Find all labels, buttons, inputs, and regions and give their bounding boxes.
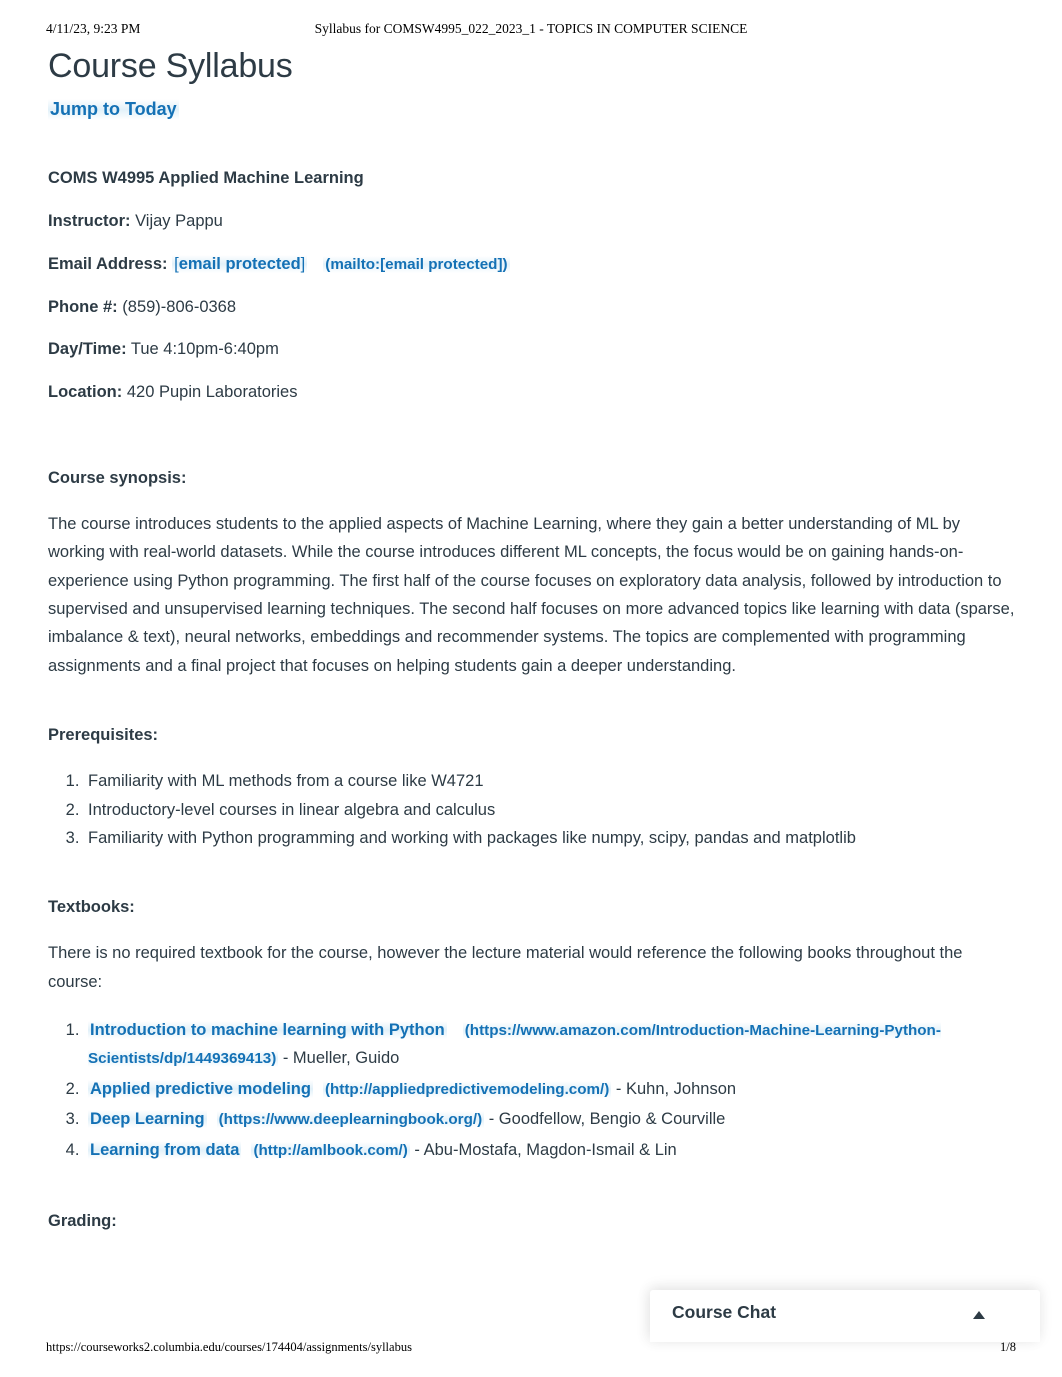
daytime-line: Day/Time: Tue 4:10pm-6:40pm [48, 337, 1016, 362]
textbook-url-note: (http://amlbook.com/) [251, 1141, 410, 1159]
phone-label: Phone #: [48, 297, 118, 316]
textbook-link[interactable]: Introduction to machine learning with Py… [88, 1021, 447, 1040]
phone-line: Phone #: (859)-806-0368 [48, 295, 1016, 320]
location-value: 420 Pupin Laboratories [126, 383, 298, 402]
textbook-url-note: (http://appliedpredictivemodeling.com/) [322, 1080, 612, 1098]
email-label: Email Address: [48, 254, 168, 273]
syllabus-page: Course Syllabus Jump to Today COMS W4995… [48, 47, 1016, 1253]
email-close-bracket: ] [300, 254, 306, 273]
prerequisites-list: Familiarity with ML methods from a cours… [48, 767, 1016, 852]
list-item: Introduction to machine learning with Py… [84, 1016, 1016, 1073]
textbook-authors: - Mueller, Guido [278, 1049, 400, 1068]
page-title: Course Syllabus [48, 47, 293, 85]
course-title: COMS W4995 Applied Machine Learning [48, 166, 1016, 191]
textbooks-list: Introduction to machine learning with Py… [48, 1016, 1016, 1164]
textbook-link[interactable]: Learning from data [88, 1140, 242, 1159]
mailto-text: email protected [385, 255, 498, 273]
course-title-text: COMS W4995 Applied Machine Learning [48, 169, 364, 188]
phone-value: (859)-806-0368 [122, 297, 237, 316]
textbook-link[interactable]: Applied predictive modeling [88, 1079, 313, 1098]
daytime-value: Tue 4:10pm-6:40pm [130, 340, 279, 359]
course-synopsis-heading: Course synopsis: [48, 468, 187, 487]
list-item: Deep Learning (https://www.deeplearningbo… [84, 1105, 1016, 1133]
chevron-up-icon[interactable] [972, 1310, 986, 1320]
grading-heading: Grading: [48, 1211, 117, 1230]
course-chat-widget[interactable]: Course Chat [650, 1290, 1040, 1342]
mailto-prefix: (mailto:[ [325, 255, 386, 273]
textbook-authors: - Kuhn, Johnson [611, 1079, 737, 1098]
email-link-text: email protected [178, 254, 301, 273]
print-footer: https://courseworks2.columbia.edu/course… [0, 1339, 1062, 1355]
instructor-label: Instructor: [48, 212, 131, 231]
textbook-link[interactable]: Deep Learning [88, 1110, 207, 1129]
print-footer-url: https://courseworks2.columbia.edu/course… [46, 1340, 412, 1354]
daytime-label: Day/Time: [48, 340, 127, 359]
list-item: Familiarity with ML methods from a cours… [84, 767, 1016, 795]
textbook-authors: - Goodfellow, Bengio & Courville [484, 1110, 726, 1129]
course-synopsis-text: The course introduces students to the ap… [48, 514, 1015, 675]
course-chat-title: Course Chat [672, 1302, 777, 1322]
location-line: Location: 420 Pupin Laboratories [48, 380, 1016, 405]
print-header: 4/11/23, 9:23 PM Syllabus for COMSW4995_… [0, 20, 1062, 38]
email-protected-link[interactable]: [email protected] [172, 254, 308, 273]
mailto-suffix: ]) [497, 255, 508, 273]
prerequisites-heading: Prerequisites: [48, 726, 159, 745]
print-header-title: Syllabus for COMSW4995_022_2023_1 - TOPI… [314, 21, 748, 36]
email-mailto-note: (mailto:[email protected]) [323, 255, 510, 273]
list-item: Learning from data(http://amlbook.com/) … [84, 1136, 1016, 1164]
email-line: Email Address: [email protected] (mailto:… [48, 252, 1016, 277]
list-item: Familiarity with Python programming and … [84, 824, 1016, 852]
print-footer-page-number: 1/8 [1000, 1340, 1016, 1354]
textbook-authors: - Abu-Mostafa, Magdon-Ismail & Lin [409, 1140, 677, 1159]
instructor-line: Instructor: Vijay Pappu [48, 209, 1016, 234]
list-item: Introductory-level courses in linear alg… [84, 796, 1016, 824]
location-label: Location: [48, 383, 123, 402]
textbooks-heading: Textbooks: [48, 898, 135, 917]
instructor-value: Vijay Pappu [135, 212, 223, 231]
textbook-url-note: (https://www.deeplearningbook.org/) [216, 1111, 485, 1129]
list-item: Applied predictive modeling (http://appli… [84, 1075, 1016, 1103]
jump-to-today-link[interactable]: Jump to Today [48, 99, 179, 121]
textbooks-intro: There is no required textbook for the co… [48, 944, 963, 991]
